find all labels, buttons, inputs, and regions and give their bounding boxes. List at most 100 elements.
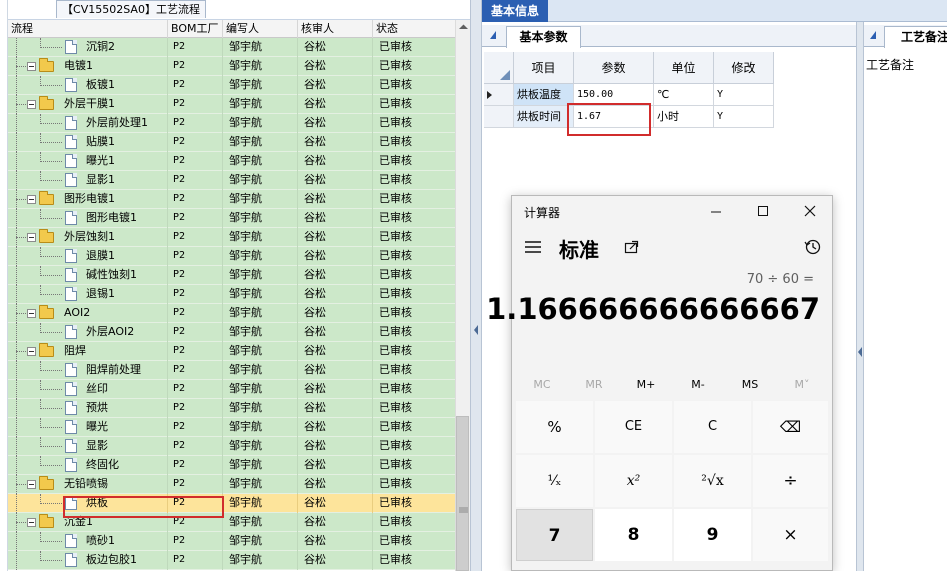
- table-row[interactable]: 退膜1 P2 邹宇航 谷松 已审核: [8, 247, 455, 266]
- writer-cell[interactable]: 邹宇航: [223, 399, 298, 418]
- reviewer-cell[interactable]: 谷松: [298, 171, 373, 190]
- column-header-reviewer[interactable]: 核审人: [298, 20, 373, 38]
- table-row[interactable]: 曝光1 P2 邹宇航 谷松 已审核: [8, 152, 455, 171]
- status-cell[interactable]: 已审核: [373, 418, 455, 437]
- tab-basic-params[interactable]: 基本参数: [506, 26, 581, 48]
- table-row[interactable]: 电镀1 P2 邹宇航 谷松 已审核: [8, 57, 455, 76]
- collapse-icon[interactable]: [27, 100, 36, 109]
- reviewer-cell[interactable]: 谷松: [298, 532, 373, 551]
- status-cell[interactable]: 已审核: [373, 551, 455, 570]
- collapse-icon[interactable]: [27, 195, 36, 204]
- status-cell[interactable]: 已审核: [373, 171, 455, 190]
- cell-edit-temperature[interactable]: Y: [714, 84, 774, 106]
- memory-list-button[interactable]: M˅: [776, 374, 828, 396]
- reviewer-cell[interactable]: 谷松: [298, 494, 373, 513]
- bom-cell[interactable]: P2: [168, 247, 223, 266]
- tree-node-label[interactable]: 无铅喷锡: [64, 475, 108, 493]
- writer-cell[interactable]: 邹宇航: [223, 171, 298, 190]
- tree-node-label[interactable]: 预烘: [86, 399, 108, 417]
- table-row[interactable]: 板边包胶1 P2 邹宇航 谷松 已审核: [8, 551, 455, 570]
- tree-node-label[interactable]: 图形电镀1: [86, 209, 137, 227]
- left-splitter[interactable]: [470, 0, 482, 571]
- bom-cell[interactable]: P2: [168, 266, 223, 285]
- column-header-param[interactable]: 参数: [574, 52, 654, 84]
- tree-node-label[interactable]: 碱性蚀刻1: [86, 266, 137, 284]
- status-cell[interactable]: 已审核: [373, 456, 455, 475]
- bom-cell[interactable]: P2: [168, 285, 223, 304]
- status-cell[interactable]: 已审核: [373, 38, 455, 57]
- bom-cell[interactable]: P2: [168, 380, 223, 399]
- writer-cell[interactable]: 邹宇航: [223, 190, 298, 209]
- hamburger-menu-icon[interactable]: [524, 240, 542, 254]
- reviewer-cell[interactable]: 谷松: [298, 342, 373, 361]
- reviewer-cell[interactable]: 谷松: [298, 418, 373, 437]
- table-row[interactable]: 喷砂1 P2 邹宇航 谷松 已审核: [8, 532, 455, 551]
- tree-node-label[interactable]: 阻焊前处理: [86, 361, 141, 379]
- writer-cell[interactable]: 邹宇航: [223, 437, 298, 456]
- status-cell[interactable]: 已审核: [373, 190, 455, 209]
- tree-node-label[interactable]: 阻焊: [64, 342, 86, 360]
- tree-node-label[interactable]: 显影: [86, 437, 108, 455]
- bom-cell[interactable]: P2: [168, 228, 223, 247]
- collapse-icon[interactable]: [27, 480, 36, 489]
- reviewer-cell[interactable]: 谷松: [298, 285, 373, 304]
- collapse-icon[interactable]: [27, 347, 36, 356]
- table-row[interactable]: 阻焊前处理 P2 邹宇航 谷松 已审核: [8, 361, 455, 380]
- tree-node-label[interactable]: 外层前处理1: [86, 114, 148, 132]
- tree-node-label[interactable]: 沉铜2: [86, 38, 115, 56]
- bom-cell[interactable]: P2: [168, 57, 223, 76]
- bom-cell[interactable]: P2: [168, 475, 223, 494]
- status-cell[interactable]: 已审核: [373, 209, 455, 228]
- reviewer-cell[interactable]: 谷松: [298, 228, 373, 247]
- bom-cell[interactable]: P2: [168, 38, 223, 57]
- writer-cell[interactable]: 邹宇航: [223, 456, 298, 475]
- tree-node-label[interactable]: 曝光: [86, 418, 108, 436]
- status-cell[interactable]: 已审核: [373, 57, 455, 76]
- bom-cell[interactable]: P2: [168, 342, 223, 361]
- square-root-button[interactable]: ²√x: [674, 455, 751, 507]
- tree-node-label[interactable]: 外层干膜1: [64, 95, 115, 113]
- writer-cell[interactable]: 邹宇航: [223, 513, 298, 532]
- table-row[interactable]: 图形电镀1 P2 邹宇航 谷松 已审核: [8, 209, 455, 228]
- table-row[interactable]: 显影1 P2 邹宇航 谷松 已审核: [8, 171, 455, 190]
- status-cell[interactable]: 已审核: [373, 475, 455, 494]
- bom-cell[interactable]: P2: [168, 399, 223, 418]
- bom-cell[interactable]: P2: [168, 532, 223, 551]
- table-row[interactable]: 显影 P2 邹宇航 谷松 已审核: [8, 437, 455, 456]
- writer-cell[interactable]: 邹宇航: [223, 532, 298, 551]
- cell-item-time[interactable]: 烘板时间: [514, 106, 574, 128]
- memory-recall-button[interactable]: MR: [568, 374, 620, 396]
- history-icon[interactable]: [804, 238, 822, 256]
- bom-cell[interactable]: P2: [168, 304, 223, 323]
- collapse-icon[interactable]: [27, 518, 36, 527]
- status-cell[interactable]: 已审核: [373, 399, 455, 418]
- table-row[interactable]: 贴膜1 P2 邹宇航 谷松 已审核: [8, 133, 455, 152]
- multiply-button[interactable]: ×: [753, 509, 828, 561]
- bom-cell[interactable]: P2: [168, 418, 223, 437]
- backspace-button[interactable]: ⌫: [753, 401, 828, 453]
- table-row[interactable]: 阻焊 P2 邹宇航 谷松 已审核: [8, 342, 455, 361]
- bom-cell[interactable]: P2: [168, 171, 223, 190]
- status-cell[interactable]: 已审核: [373, 342, 455, 361]
- clear-button[interactable]: C: [674, 401, 751, 453]
- writer-cell[interactable]: 邹宇航: [223, 551, 298, 570]
- column-header-item[interactable]: 项目: [514, 52, 574, 84]
- status-cell[interactable]: 已审核: [373, 513, 455, 532]
- status-cell[interactable]: 已审核: [373, 494, 455, 513]
- tree-node-label[interactable]: 曝光1: [86, 152, 115, 170]
- bom-cell[interactable]: P2: [168, 551, 223, 570]
- table-row[interactable]: AOI2 P2 邹宇航 谷松 已审核: [8, 304, 455, 323]
- tab-basic-info[interactable]: 基本信息: [482, 0, 548, 22]
- tree-node-label[interactable]: 退膜1: [86, 247, 115, 265]
- collapse-arrow-icon[interactable]: [866, 25, 882, 47]
- status-cell[interactable]: 已审核: [373, 304, 455, 323]
- bom-cell[interactable]: P2: [168, 190, 223, 209]
- writer-cell[interactable]: 邹宇航: [223, 475, 298, 494]
- collapse-arrow-icon[interactable]: [486, 25, 502, 47]
- writer-cell[interactable]: 邹宇航: [223, 323, 298, 342]
- tree-node-label[interactable]: 板边包胶1: [86, 551, 137, 569]
- tree-node-label[interactable]: 外层AOI2: [86, 323, 134, 341]
- minimize-icon[interactable]: [710, 206, 722, 218]
- memory-store-button[interactable]: MS: [724, 374, 776, 396]
- status-cell[interactable]: 已审核: [373, 247, 455, 266]
